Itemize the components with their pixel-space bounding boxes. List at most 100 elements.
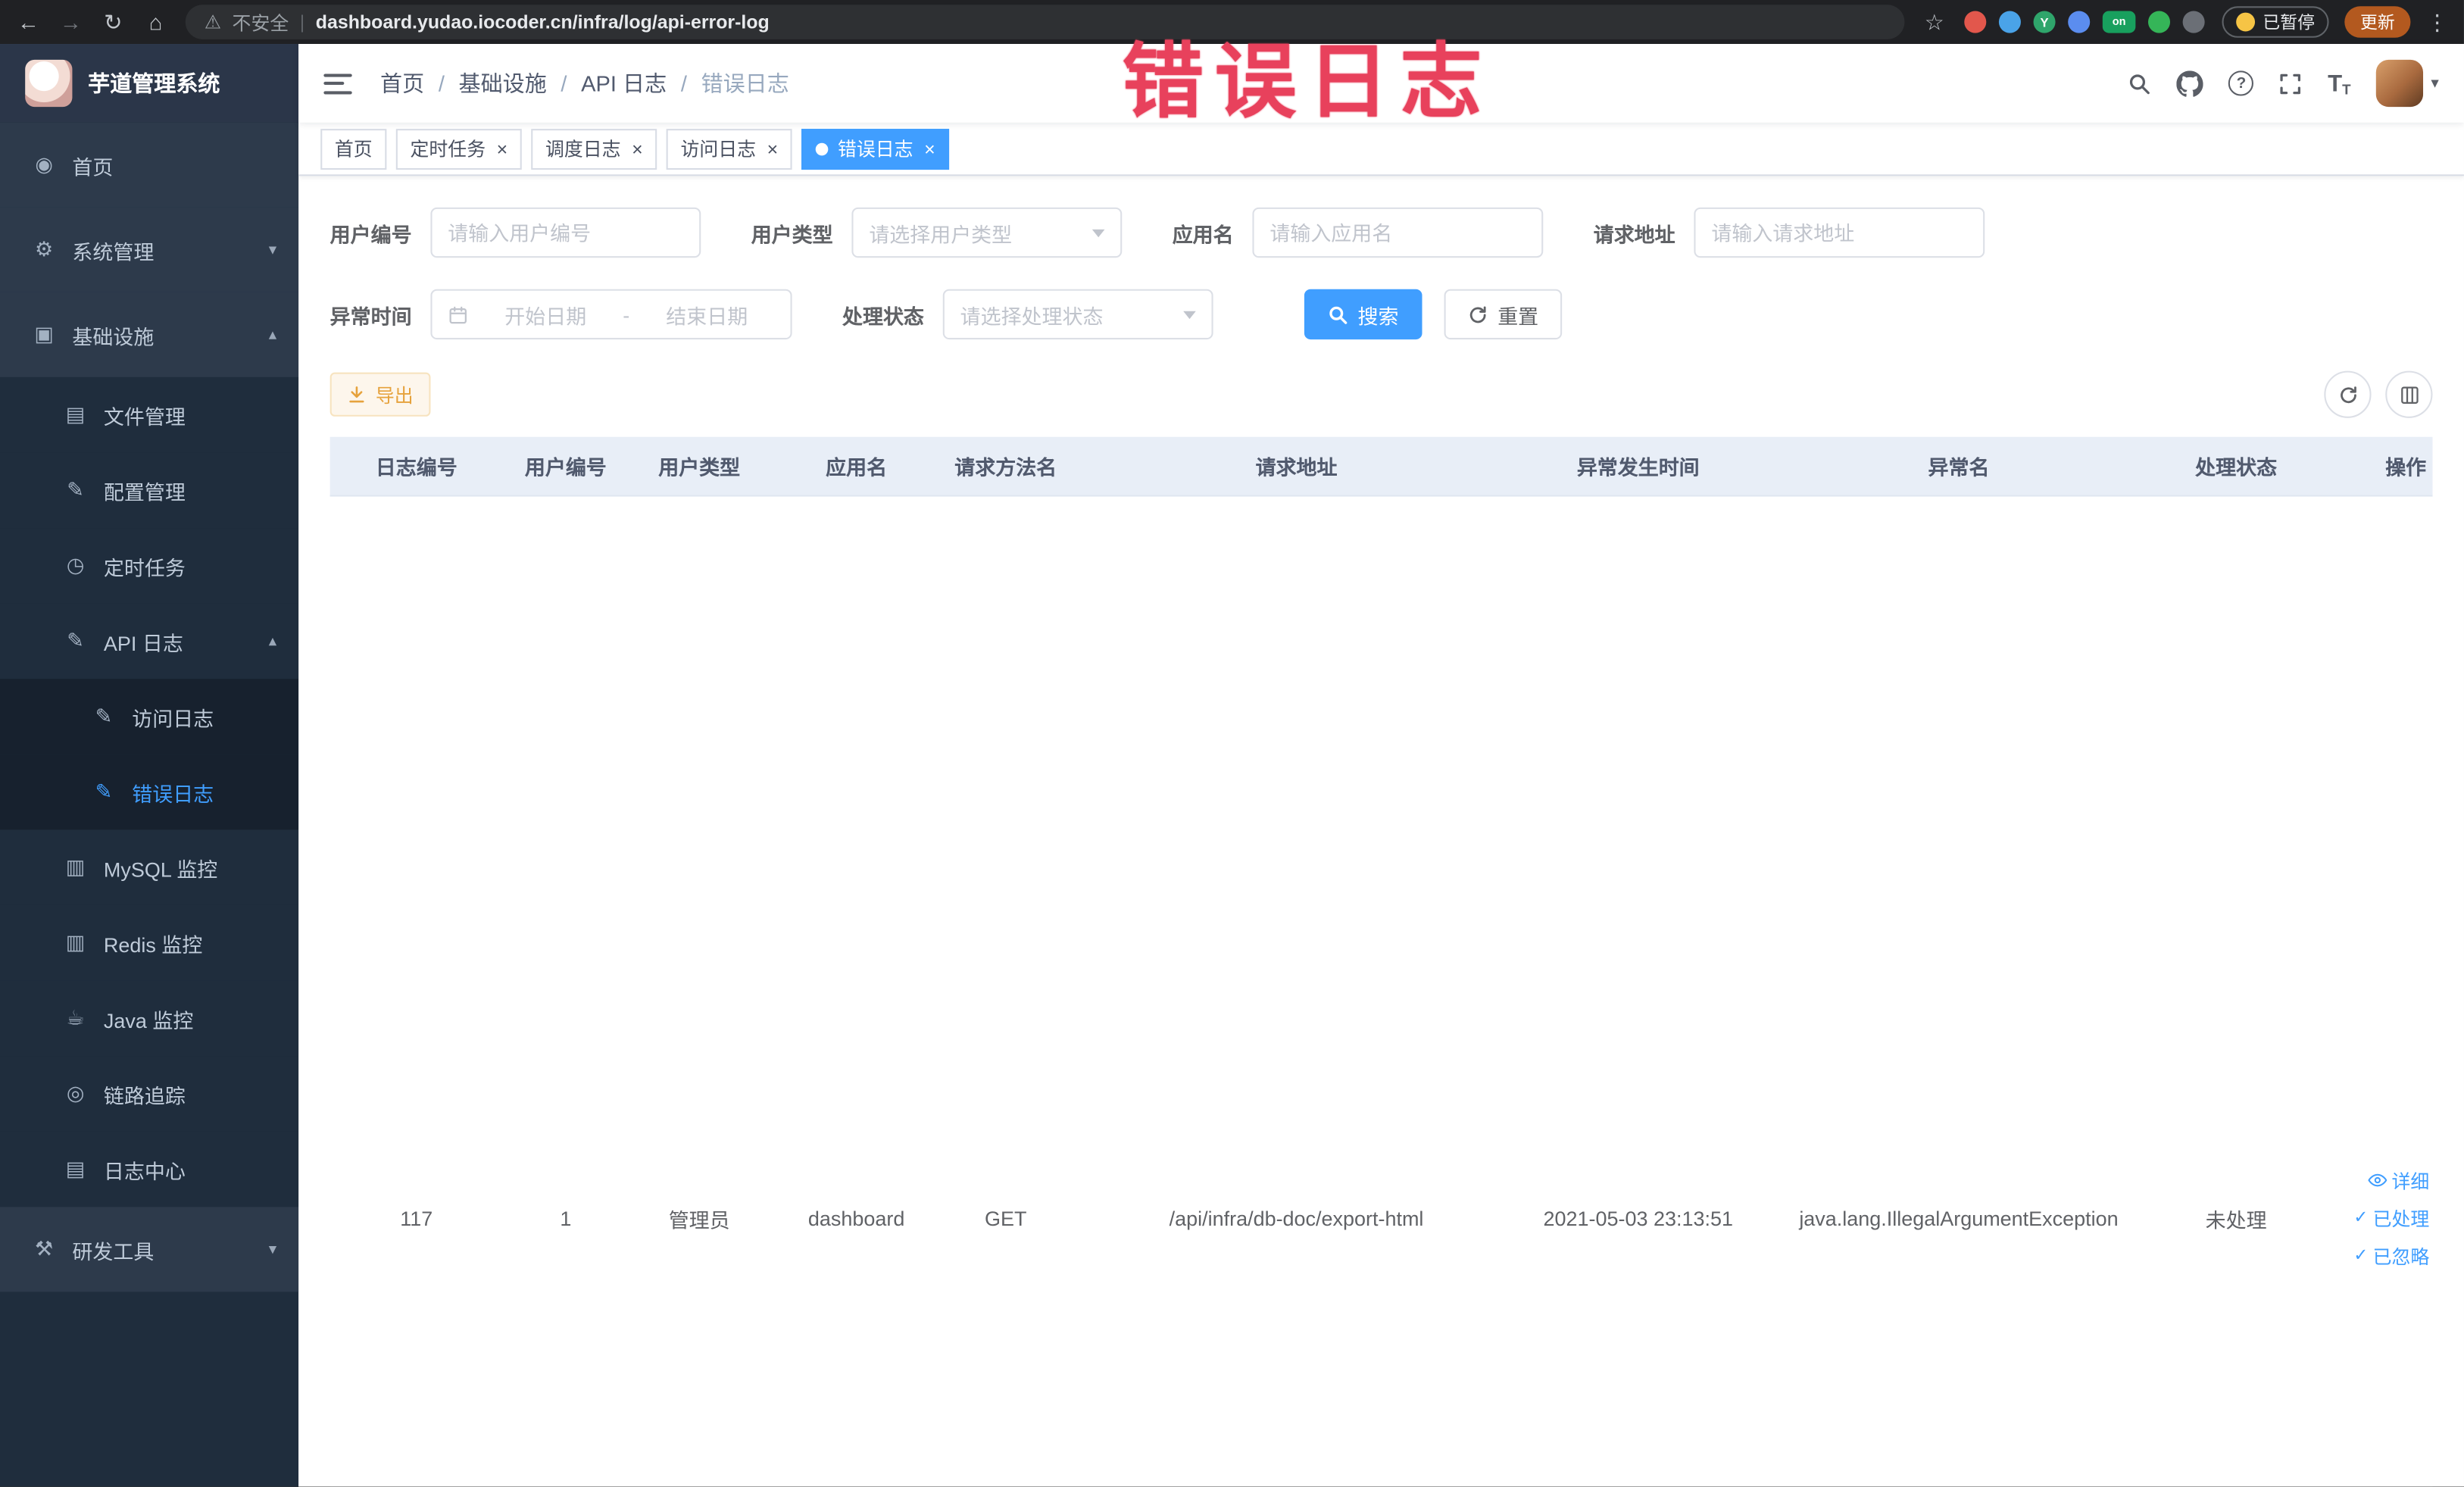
extension-icon[interactable] xyxy=(1964,11,1987,33)
sidebar-menu: ◉ 首页 ⚙ 系统管理 ▣ 基础设施 xyxy=(0,122,299,1487)
cell-request-url: /api/infra/db-doc/export-html xyxy=(1169,1206,1424,1230)
sidebar-item-error-log[interactable]: ✎ 错误日志 xyxy=(0,754,299,830)
security-warning-icon: ⚠ xyxy=(204,11,222,33)
browser-home-icon[interactable]: ⌂ xyxy=(143,9,168,34)
cell-process-status: 未处理 xyxy=(2205,1207,2267,1232)
sidebar-item-log-center[interactable]: ▤ 日志中心 xyxy=(0,1131,299,1207)
extension-icon[interactable]: Y xyxy=(2033,11,2056,33)
sidebar-collapse-icon[interactable] xyxy=(323,73,352,94)
browser-controls: 已暂停 更新 ⋮ xyxy=(2222,6,2448,38)
close-icon[interactable]: × xyxy=(632,139,643,158)
help-icon[interactable]: ? xyxy=(2228,70,2254,96)
date-range-picker[interactable]: 开始日期 - 结束日期 xyxy=(430,289,792,340)
search-icon[interactable] xyxy=(2128,71,2152,95)
chevron-icon xyxy=(269,1241,276,1258)
user-id-field[interactable] xyxy=(448,220,684,245)
tab-label: 访问日志 xyxy=(680,138,757,161)
request-url-label: 请求地址 xyxy=(1593,222,1675,246)
bookmark-star-icon[interactable]: ☆ xyxy=(1922,8,1947,35)
menu-item-label: 系统管理 xyxy=(72,239,155,264)
extension-icon[interactable]: on xyxy=(2102,11,2136,33)
tab-label: 首页 xyxy=(334,138,373,161)
app-logo[interactable]: 芋道管理系统 xyxy=(0,44,299,123)
user-id-input[interactable] xyxy=(430,207,701,258)
breadcrumb-item[interactable]: 基础设施 xyxy=(459,67,547,98)
exception-time-label: 异常时间 xyxy=(329,304,412,328)
request-url-field[interactable] xyxy=(1711,220,1968,245)
column-header: 日志编号 xyxy=(375,455,458,480)
close-icon[interactable]: × xyxy=(767,139,779,158)
breadcrumb-item[interactable]: 错误日志 xyxy=(701,67,789,98)
cell-log-id: 117 xyxy=(400,1206,433,1230)
sidebar-item-redis[interactable]: ▥ Redis 监控 xyxy=(0,904,299,981)
sidebar-item-files[interactable]: ▤ 文件管理 xyxy=(0,376,299,453)
sidebar-item-devtools[interactable]: ⚒ 研发工具 xyxy=(0,1207,299,1292)
sidebar-item-home[interactable]: ◉ 首页 xyxy=(0,122,299,208)
extension-icon[interactable] xyxy=(2147,11,2171,33)
github-icon[interactable] xyxy=(2176,70,2204,96)
coffee-icon: ☕ xyxy=(66,1005,85,1029)
avatar[interactable] xyxy=(2375,59,2423,108)
address-bar[interactable]: ⚠ 不安全 | dashboard.yudao.iocoder.cn/infra… xyxy=(185,5,1905,39)
search-button[interactable]: 搜索 xyxy=(1304,289,1422,340)
update-button[interactable]: 更新 xyxy=(2344,6,2411,38)
mark-ignored-link[interactable]: ✓ 已忽略 xyxy=(2353,1242,2429,1269)
menu-item-label: 链路追踪 xyxy=(103,1083,186,1107)
process-status-select[interactable]: 请选择处理状态 xyxy=(942,289,1213,340)
extension-icon[interactable] xyxy=(2068,11,2091,33)
app-name-field[interactable] xyxy=(1269,220,1526,245)
column-settings-button[interactable] xyxy=(2385,370,2433,418)
tools-icon: ⚒ xyxy=(34,1236,54,1261)
sidebar-item-trace[interactable]: ◎ 链路追踪 xyxy=(0,1056,299,1132)
error-log-icon: ✎ xyxy=(95,779,113,804)
forward-icon[interactable]: → xyxy=(58,9,83,34)
tab-scheduled-jobs[interactable]: 定时任务 × xyxy=(395,128,522,170)
app-name-input[interactable] xyxy=(1252,207,1544,258)
column-header: 请求地址 xyxy=(1255,455,1338,480)
extension-icon[interactable] xyxy=(1998,11,2021,33)
export-button[interactable]: 导出 xyxy=(329,372,431,417)
file-icon: ▤ xyxy=(65,402,86,426)
mark-processed-link[interactable]: ✓ 已处理 xyxy=(2353,1204,2429,1231)
tab-access-log[interactable]: 访问日志 × xyxy=(666,128,792,170)
app-frame: 芋道管理系统 ◉ 首页 ⚙ 系统管理 ▾ ▣ 基础设施 ▴ ▤ 文件管理 ✎ 配… xyxy=(0,44,2464,1487)
tab-error-log[interactable]: 错误日志 × xyxy=(801,128,950,170)
chevron-icon xyxy=(269,633,276,650)
paused-badge[interactable]: 已暂停 xyxy=(2222,6,2329,38)
url-text: dashboard.yudao.iocoder.cn/infra/log/api… xyxy=(315,11,770,33)
close-icon[interactable]: × xyxy=(924,139,935,158)
font-size-icon[interactable]: TT xyxy=(2328,70,2350,96)
column-header: 操作 xyxy=(2385,455,2427,480)
close-icon[interactable]: × xyxy=(497,139,508,158)
table-header: 日志编号 用户编号 用户类型 应用名 请求方法名 请求地址 异常发生时间 异常名… xyxy=(329,436,2433,497)
back-icon[interactable]: ← xyxy=(16,9,41,34)
request-url-input[interactable] xyxy=(1694,207,1985,258)
sidebar-item-mysql[interactable]: ▥ MySQL 监控 xyxy=(0,829,299,905)
fullscreen-icon[interactable] xyxy=(2279,71,2303,95)
sidebar-item-config[interactable]: ✎ 配置管理 xyxy=(0,452,299,529)
error-log-table: 日志编号 用户编号 用户类型 应用名 请求方法名 请求地址 异常发生时间 异常名… xyxy=(329,436,2433,1487)
detail-link[interactable]: 详细 xyxy=(2368,1167,2429,1193)
breadcrumb-item[interactable]: API 日志 xyxy=(581,67,667,98)
refresh-table-button[interactable] xyxy=(2324,370,2372,418)
filter-row-1: 用户编号 用户类型 请选择用户类型 应用名 xyxy=(330,207,2433,258)
sidebar-item-access-log[interactable]: ✎ 访问日志 xyxy=(0,679,299,754)
sidebar-item-java[interactable]: ☕ Java 监控 xyxy=(0,980,299,1057)
breadcrumb-item[interactable]: 首页 xyxy=(380,67,424,98)
tab-schedule-log[interactable]: 调度日志 × xyxy=(531,128,657,170)
tab-home[interactable]: 首页 xyxy=(320,128,387,170)
extension-icon[interactable] xyxy=(2182,11,2205,33)
date-separator: - xyxy=(623,302,630,326)
sidebar-item-infra[interactable]: ▣ 基础设施 xyxy=(0,292,299,377)
browser-menu-icon[interactable]: ⋮ xyxy=(2426,8,2448,35)
search-icon xyxy=(1329,305,1348,323)
sidebar-item-api-log[interactable]: ✎ API 日志 xyxy=(0,603,299,679)
check-icon: ✓ xyxy=(2353,1245,2369,1265)
sidebar-item-jobs[interactable]: ◷ 定时任务 xyxy=(0,528,299,604)
reload-icon[interactable]: ↻ xyxy=(101,8,126,35)
sidebar-item-system[interactable]: ⚙ 系统管理 xyxy=(0,207,299,292)
menu-item-label: API 日志 xyxy=(103,630,183,655)
reset-button[interactable]: 重置 xyxy=(1444,289,1563,340)
database-icon: ▥ xyxy=(65,854,86,879)
refresh-icon xyxy=(2340,386,2356,403)
